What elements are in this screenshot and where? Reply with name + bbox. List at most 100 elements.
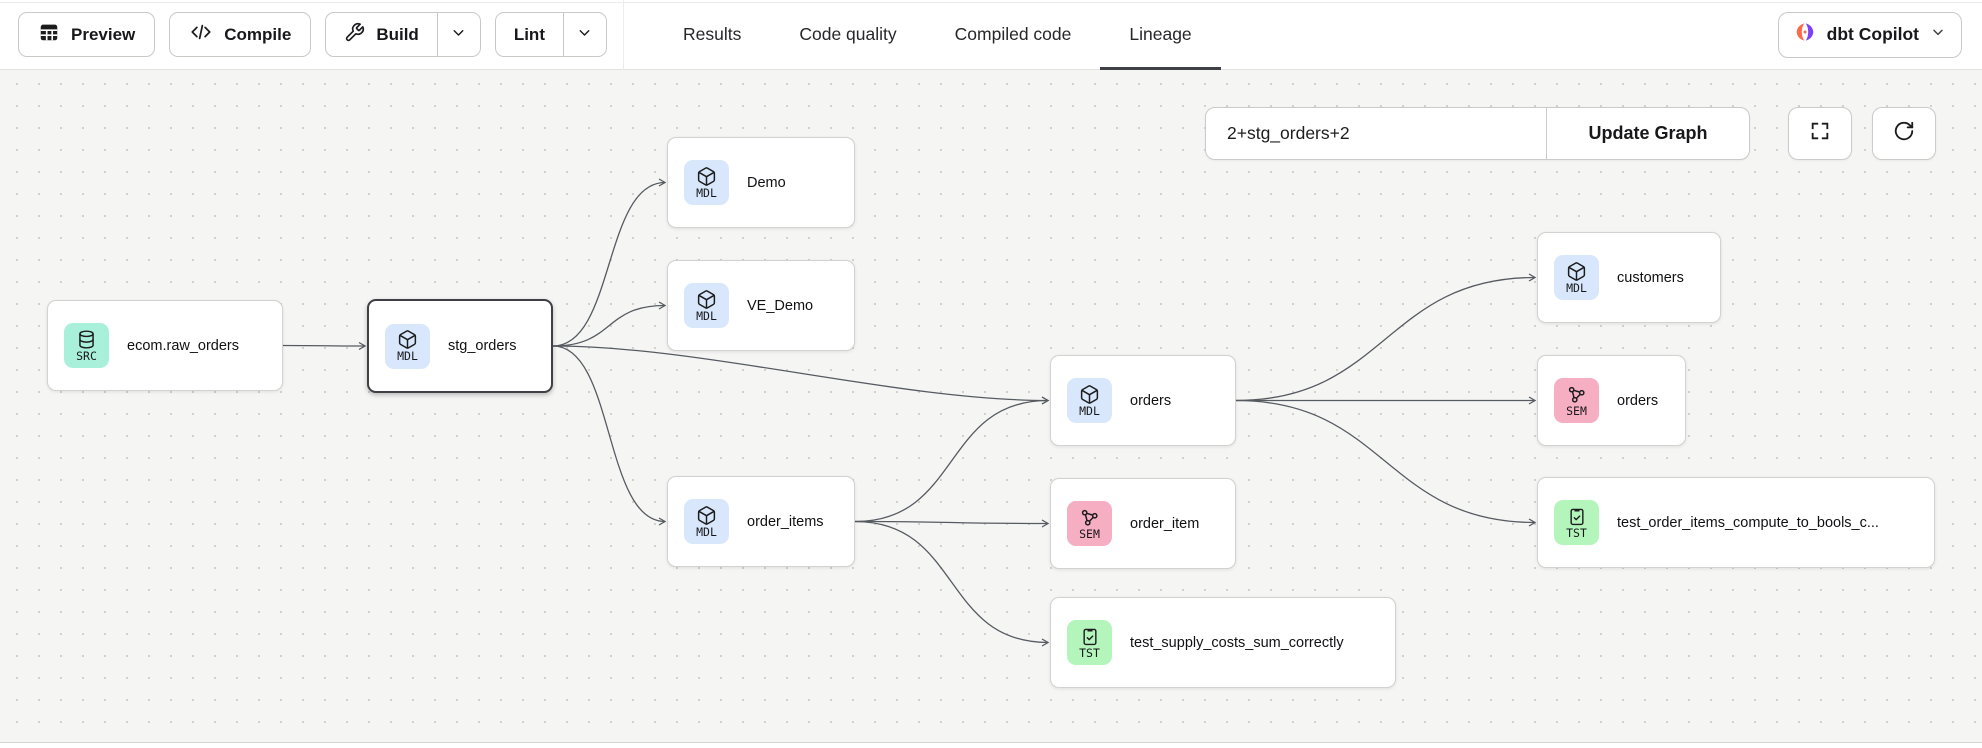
tab-lineage[interactable]: Lineage [1100, 0, 1220, 70]
edge-stg_orders-to-orders_mdl [553, 346, 1048, 401]
lint-button-label: Lint [514, 25, 545, 45]
lineage-node-demo[interactable]: MDL Demo [667, 137, 855, 228]
lineage-node-order_item_sem[interactable]: SEM order_item [1050, 478, 1236, 569]
preview-button[interactable]: Preview [18, 12, 155, 57]
build-dropdown-button[interactable] [437, 13, 480, 56]
lineage-node-raw_orders[interactable]: SRC ecom.raw_orders [47, 300, 283, 391]
edge-order_items-to-order_item_sem [855, 522, 1048, 524]
mdl-badge: MDL [1067, 378, 1112, 423]
cube-icon [696, 166, 717, 188]
mdl-badge: MDL [684, 283, 729, 328]
code-icon [189, 21, 213, 48]
build-split-button: Build [325, 12, 481, 57]
tab-results[interactable]: Results [654, 0, 770, 70]
lineage-node-orders_mdl[interactable]: MDL orders [1050, 355, 1236, 446]
sem-badge: SEM [1554, 378, 1599, 423]
clipboard-check-icon [1080, 626, 1100, 648]
lineage-selector-value: 2+stg_orders+2 [1227, 123, 1350, 144]
node-kind-label: TST [1079, 648, 1100, 660]
node-kind-label: MDL [696, 311, 717, 323]
node-label: order_items [747, 514, 824, 530]
database-icon [76, 329, 97, 351]
chevron-down-icon [450, 24, 467, 46]
toolbar: Preview Compile Build Lint [0, 12, 607, 57]
node-kind-label: MDL [1079, 406, 1100, 418]
node-label: orders [1617, 393, 1658, 409]
dbt-logo-icon [1794, 21, 1816, 48]
node-label: ecom.raw_orders [127, 338, 239, 354]
result-tabs: Results Code quality Compiled code Linea… [654, 0, 1221, 70]
tst-badge: TST [1554, 500, 1599, 545]
lint-dropdown-button[interactable] [563, 13, 606, 56]
node-kind-label: TST [1566, 528, 1587, 540]
cube-icon [1566, 261, 1587, 283]
lineage-node-test_supply[interactable]: TST test_supply_costs_sum_correctly [1050, 597, 1396, 688]
edge-stg_orders-to-ve_demo [553, 306, 665, 347]
lineage-node-customers[interactable]: MDL customers [1537, 232, 1721, 323]
edge-stg_orders-to-demo [553, 183, 665, 347]
node-kind-label: MDL [696, 188, 717, 200]
build-button-label: Build [376, 25, 419, 45]
dbt-copilot-label: dbt Copilot [1827, 24, 1919, 45]
lint-button[interactable]: Lint [496, 13, 563, 56]
toolbar-tabs-divider [623, 0, 624, 70]
edge-orders_mdl-to-customers [1236, 278, 1535, 401]
node-label: orders [1130, 393, 1171, 409]
lineage-node-ve_demo[interactable]: MDL VE_Demo [667, 260, 855, 351]
wrench-icon [344, 22, 365, 48]
edge-stg_orders-to-order_items [553, 346, 665, 522]
chevron-down-icon [1930, 24, 1946, 45]
lint-split-button: Lint [495, 12, 607, 57]
cube-icon [696, 505, 717, 527]
node-kind-label: MDL [397, 351, 418, 363]
edge-orders_mdl-to-test_order_items [1236, 401, 1535, 523]
fullscreen-icon [1809, 120, 1831, 147]
network-icon [1079, 507, 1100, 529]
tab-compiled-code[interactable]: Compiled code [926, 0, 1101, 70]
refresh-button[interactable] [1872, 107, 1936, 160]
node-kind-label: SEM [1079, 529, 1100, 541]
refresh-icon [1893, 120, 1915, 147]
mdl-badge: MDL [385, 324, 430, 369]
sem-badge: SEM [1067, 501, 1112, 546]
lineage-node-order_items[interactable]: MDL order_items [667, 476, 855, 567]
src-badge: SRC [64, 323, 109, 368]
chevron-down-icon [576, 24, 593, 46]
node-label: test_supply_costs_sum_correctly [1130, 635, 1344, 651]
fullscreen-button[interactable] [1788, 107, 1852, 160]
tst-badge: TST [1067, 620, 1112, 665]
lineage-selector-input[interactable]: 2+stg_orders+2 [1206, 108, 1546, 159]
edge-order_items-to-test_supply [855, 522, 1048, 643]
mdl-badge: MDL [684, 160, 729, 205]
cube-icon [1079, 384, 1100, 406]
compile-button-label: Compile [224, 25, 291, 45]
cube-icon [696, 289, 717, 311]
dbt-copilot-button[interactable]: dbt Copilot [1778, 12, 1962, 58]
lineage-node-test_order_items[interactable]: TST test_order_items_compute_to_bools_c..… [1537, 477, 1935, 568]
clipboard-check-icon [1567, 506, 1587, 528]
node-label: VE_Demo [747, 298, 813, 314]
node-label: Demo [747, 175, 786, 191]
node-label: test_order_items_compute_to_bools_c... [1617, 515, 1879, 531]
build-button[interactable]: Build [326, 13, 437, 56]
node-kind-label: MDL [696, 527, 717, 539]
compile-button[interactable]: Compile [169, 12, 311, 57]
lineage-canvas[interactable]: SRCecom.raw_ordersMDLstg_ordersMDLDemoMD… [0, 70, 1982, 742]
node-label: customers [1617, 270, 1684, 286]
edge-raw_orders-to-stg_orders [283, 346, 365, 347]
edge-order_items-to-orders_mdl [855, 401, 1048, 522]
table-icon [38, 21, 60, 48]
lineage-selector-group: 2+stg_orders+2 Update Graph [1205, 107, 1750, 160]
node-label: order_item [1130, 516, 1199, 532]
update-graph-button[interactable]: Update Graph [1546, 108, 1749, 159]
header: Preview Compile Build Lint Results [0, 0, 1982, 70]
lineage-node-stg_orders[interactable]: MDL stg_orders [367, 299, 553, 393]
bottom-strip [0, 742, 1982, 748]
lineage-node-orders_sem[interactable]: SEM orders [1537, 355, 1686, 446]
cube-icon [397, 329, 418, 351]
mdl-badge: MDL [1554, 255, 1599, 300]
network-icon [1566, 384, 1587, 406]
tab-code-quality[interactable]: Code quality [770, 0, 925, 70]
mdl-badge: MDL [684, 499, 729, 544]
node-label: stg_orders [448, 338, 517, 354]
